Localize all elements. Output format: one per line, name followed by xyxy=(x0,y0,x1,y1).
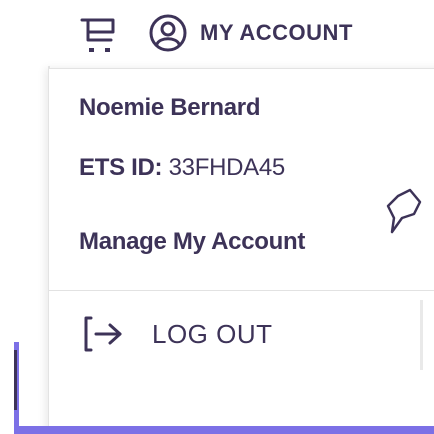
menu-divider xyxy=(49,290,434,291)
logout-label: LOG OUT xyxy=(152,318,273,349)
ets-id-label: ETS ID: xyxy=(79,154,163,181)
logout-button[interactable]: LOG OUT xyxy=(82,306,273,362)
top-header: MY ACCOUNT xyxy=(0,0,434,66)
ets-id: ETS ID: 33FHDA45 xyxy=(79,154,285,182)
chat-bubble-icon[interactable] xyxy=(384,188,426,236)
ets-id-value: 33FHDA45 xyxy=(168,154,286,181)
user-name: Noemie Bernard xyxy=(79,94,261,121)
user-circle-icon xyxy=(149,14,187,52)
my-account-label: MY ACCOUNT xyxy=(200,20,353,45)
focus-outline-bottom xyxy=(14,426,434,434)
logout-arrow-icon xyxy=(84,316,122,352)
screen: MY ACCOUNT Noemie Bernard ETS ID: 33FHDA… xyxy=(0,0,434,434)
shopping-cart-icon xyxy=(80,18,115,52)
focus-outline-inner xyxy=(14,350,17,410)
cart-button[interactable] xyxy=(76,14,122,60)
my-account-button[interactable]: MY ACCOUNT xyxy=(148,8,353,58)
right-edge-divider xyxy=(420,300,423,370)
manage-account-link[interactable]: Manage My Account xyxy=(79,228,305,256)
